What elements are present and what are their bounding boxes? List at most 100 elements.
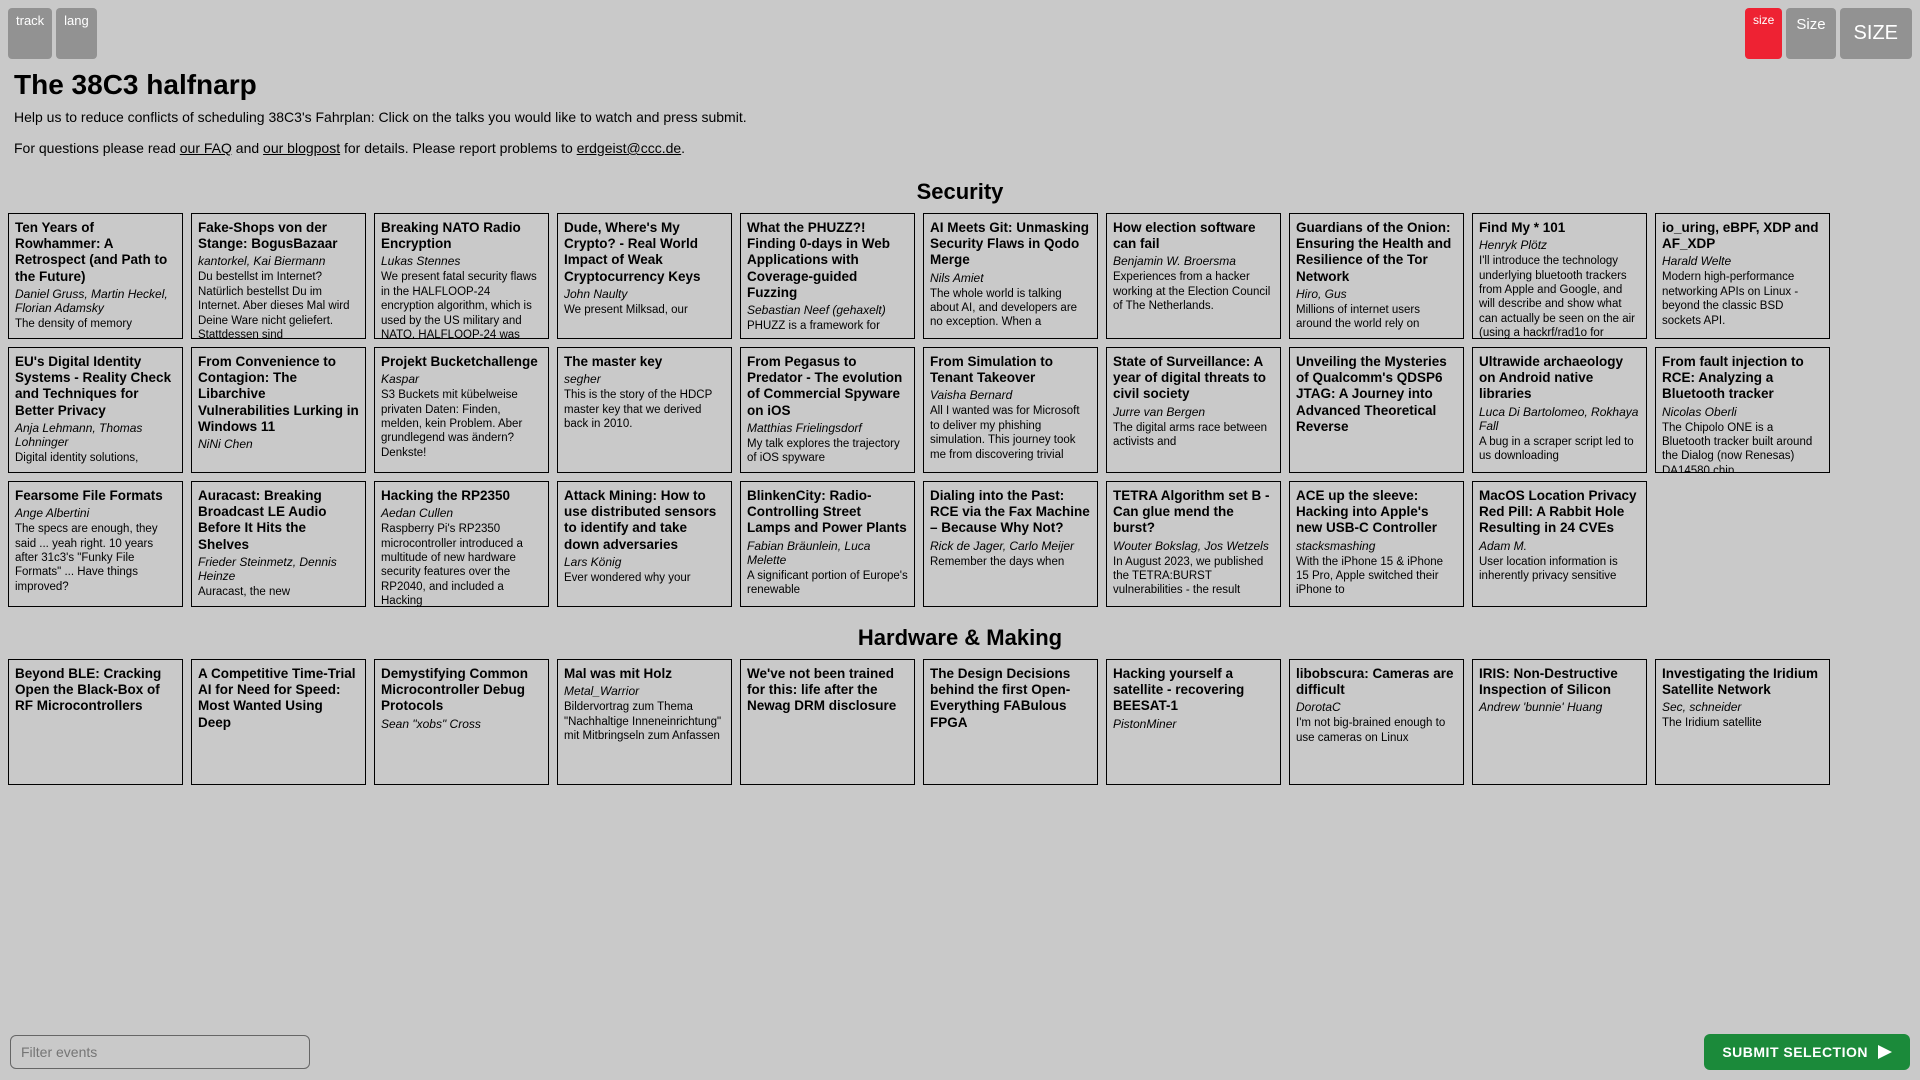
talk-card[interactable]: Ten Years of Rowhammer: A Retrospect (an… bbox=[8, 213, 183, 339]
talk-speaker: DorotaC bbox=[1296, 700, 1457, 714]
talk-card[interactable]: From fault injection to RCE: Analyzing a… bbox=[1655, 347, 1830, 473]
talk-card[interactable]: Unveiling the Mysteries of Qualcomm's QD… bbox=[1289, 347, 1464, 473]
talk-card[interactable]: AI Meets Git: Unmasking Security Flaws i… bbox=[923, 213, 1098, 339]
size-small-button[interactable]: size bbox=[1745, 8, 1782, 59]
talk-title: BlinkenCity: Radio-Controlling Street La… bbox=[747, 488, 908, 537]
talk-speaker: Metal_Warrior bbox=[564, 684, 725, 698]
talk-title: The Design Decisions behind the first Op… bbox=[930, 666, 1091, 731]
talk-speaker: segher bbox=[564, 372, 725, 386]
talk-card[interactable]: libobscura: Cameras are difficultDorotaC… bbox=[1289, 659, 1464, 785]
talk-title: Dude, Where's My Crypto? - Real World Im… bbox=[564, 220, 725, 285]
talk-title: Find My * 101 bbox=[1479, 220, 1640, 236]
talk-desc: Du bestellst im Internet? Natürlich best… bbox=[198, 270, 359, 339]
talk-speaker: Luca Di Bartolomeo, Rokhaya Fall bbox=[1479, 405, 1640, 433]
talk-desc: My talk explores the trajectory of iOS s… bbox=[747, 437, 908, 466]
filter-input[interactable] bbox=[10, 1035, 310, 1069]
talk-card[interactable]: Demystifying Common Microcontroller Debu… bbox=[374, 659, 549, 785]
intro-text: Help us to reduce conflicts of schedulin… bbox=[14, 107, 1906, 159]
talk-title: From fault injection to RCE: Analyzing a… bbox=[1662, 354, 1823, 403]
talk-card[interactable]: Dude, Where's My Crypto? - Real World Im… bbox=[557, 213, 732, 339]
lang-button[interactable]: lang bbox=[56, 8, 97, 59]
talk-card[interactable]: Fake-Shops von der Stange: BogusBazaarka… bbox=[191, 213, 366, 339]
talk-desc: The Chipolo ONE is a Bluetooth tracker b… bbox=[1662, 421, 1823, 473]
talk-speaker: Frieder Steinmetz, Dennis Heinze bbox=[198, 555, 359, 583]
talk-card[interactable]: Hacking the RP2350Aedan CullenRaspberry … bbox=[374, 481, 549, 607]
talk-speaker: Sec, schneider bbox=[1662, 700, 1823, 714]
talk-card[interactable]: Ultrawide archaeology on Android native … bbox=[1472, 347, 1647, 473]
talk-card[interactable]: Fearsome File FormatsAnge AlbertiniThe s… bbox=[8, 481, 183, 607]
talk-title: We've not been trained for this: life af… bbox=[747, 666, 908, 715]
talk-card[interactable]: Auracast: Breaking Broadcast LE Audio Be… bbox=[191, 481, 366, 607]
talk-speaker: Henryk Plötz bbox=[1479, 238, 1640, 252]
talk-desc: The digital arms race between activists … bbox=[1113, 421, 1274, 450]
talk-title: Ten Years of Rowhammer: A Retrospect (an… bbox=[15, 220, 176, 285]
page-title: The 38C3 halfnarp bbox=[14, 69, 1906, 101]
track-button[interactable]: track bbox=[8, 8, 52, 59]
talk-card[interactable]: MacOS Location Privacy Red Pill: A Rabbi… bbox=[1472, 481, 1647, 607]
talk-card[interactable]: Guardians of the Onion: Ensuring the Hea… bbox=[1289, 213, 1464, 339]
talk-card[interactable]: Attack Mining: How to use distributed se… bbox=[557, 481, 732, 607]
section-title: Security bbox=[0, 179, 1920, 205]
talk-card[interactable]: TETRA Algorithm set B - Can glue mend th… bbox=[1106, 481, 1281, 607]
talk-card[interactable]: From Pegasus to Predator - The evolution… bbox=[740, 347, 915, 473]
play-icon bbox=[1878, 1045, 1892, 1059]
talk-title: Guardians of the Onion: Ensuring the Hea… bbox=[1296, 220, 1457, 285]
talk-speaker: Sebastian Neef (gehaxelt) bbox=[747, 303, 908, 317]
talk-speaker: PistonMiner bbox=[1113, 717, 1274, 731]
contact-email-link[interactable]: erdgeist@ccc.de bbox=[577, 140, 681, 156]
talk-card[interactable]: IRIS: Non-Destructive Inspection of Sili… bbox=[1472, 659, 1647, 785]
talk-desc: We present Milksad, our bbox=[564, 303, 725, 317]
talk-desc: The specs are enough, they said ... yeah… bbox=[15, 522, 176, 594]
talk-speaker: stacksmashing bbox=[1296, 539, 1457, 553]
talk-card[interactable]: BlinkenCity: Radio-Controlling Street La… bbox=[740, 481, 915, 607]
talk-card[interactable]: Investigating the Iridium Satellite Netw… bbox=[1655, 659, 1830, 785]
talk-card[interactable]: Breaking NATO Radio EncryptionLukas Sten… bbox=[374, 213, 549, 339]
talk-card[interactable]: Mal was mit HolzMetal_WarriorBildervortr… bbox=[557, 659, 732, 785]
talk-card[interactable]: What the PHUZZ?! Finding 0-days in Web A… bbox=[740, 213, 915, 339]
talk-card[interactable]: ACE up the sleeve: Hacking into Apple's … bbox=[1289, 481, 1464, 607]
talk-card[interactable]: The master keysegherThis is the story of… bbox=[557, 347, 732, 473]
talk-title: How election software can fail bbox=[1113, 220, 1274, 252]
talk-speaker: Lukas Stennes bbox=[381, 254, 542, 268]
talk-desc: The density of memory bbox=[15, 317, 176, 331]
talk-card[interactable]: From Convenience to Contagion: The Libar… bbox=[191, 347, 366, 473]
talk-title: Mal was mit Holz bbox=[564, 666, 725, 682]
talk-title: From Simulation to Tenant Takeover bbox=[930, 354, 1091, 386]
talk-desc: User location information is inherently … bbox=[1479, 555, 1640, 584]
talk-card[interactable]: Find My * 101Henryk PlötzI'll introduce … bbox=[1472, 213, 1647, 339]
talk-title: ACE up the sleeve: Hacking into Apple's … bbox=[1296, 488, 1457, 537]
talk-speaker: Adam M. bbox=[1479, 539, 1640, 553]
size-large-button[interactable]: SIZE bbox=[1840, 8, 1912, 59]
talk-desc: All I wanted was for Microsoft to delive… bbox=[930, 404, 1091, 462]
talk-card[interactable]: Hacking yourself a satellite - recoverin… bbox=[1106, 659, 1281, 785]
talk-card[interactable]: EU's Digital Identity Systems - Reality … bbox=[8, 347, 183, 473]
talk-speaker: Rick de Jager, Carlo Meijer bbox=[930, 539, 1091, 553]
talk-card[interactable]: From Simulation to Tenant TakeoverVaisha… bbox=[923, 347, 1098, 473]
talk-card[interactable]: Projekt BucketchallengeKasparS3 Buckets … bbox=[374, 347, 549, 473]
talk-card[interactable]: State of Surveillance: A year of digital… bbox=[1106, 347, 1281, 473]
talk-card[interactable]: How election software can failBenjamin W… bbox=[1106, 213, 1281, 339]
talk-card[interactable]: Dialing into the Past: RCE via the Fax M… bbox=[923, 481, 1098, 607]
talk-title: The master key bbox=[564, 354, 725, 370]
talk-desc: Ever wondered why your bbox=[564, 571, 725, 585]
talk-speaker: Aedan Cullen bbox=[381, 506, 542, 520]
talk-card[interactable]: We've not been trained for this: life af… bbox=[740, 659, 915, 785]
talk-title: A Competitive Time-Trial AI for Need for… bbox=[198, 666, 359, 731]
talk-title: Demystifying Common Microcontroller Debu… bbox=[381, 666, 542, 715]
size-group: size Size SIZE bbox=[1745, 8, 1912, 59]
blogpost-link[interactable]: our blogpost bbox=[263, 140, 340, 156]
talk-speaker: Ange Albertini bbox=[15, 506, 176, 520]
submit-selection-button[interactable]: SUBMIT SELECTION bbox=[1704, 1034, 1910, 1070]
talk-card[interactable]: io_uring, eBPF, XDP and AF_XDPHarald Wel… bbox=[1655, 213, 1830, 339]
talk-speaker: Harald Welte bbox=[1662, 254, 1823, 268]
talk-title: From Pegasus to Predator - The evolution… bbox=[747, 354, 908, 419]
faq-link[interactable]: our FAQ bbox=[180, 140, 232, 156]
talk-title: Unveiling the Mysteries of Qualcomm's QD… bbox=[1296, 354, 1457, 435]
talk-title: Beyond BLE: Cracking Open the Black-Box … bbox=[15, 666, 176, 715]
talk-card[interactable]: Beyond BLE: Cracking Open the Black-Box … bbox=[8, 659, 183, 785]
talk-title: Dialing into the Past: RCE via the Fax M… bbox=[930, 488, 1091, 537]
talk-card[interactable]: The Design Decisions behind the first Op… bbox=[923, 659, 1098, 785]
size-medium-button[interactable]: Size bbox=[1786, 8, 1835, 59]
talk-card[interactable]: A Competitive Time-Trial AI for Need for… bbox=[191, 659, 366, 785]
talk-title: AI Meets Git: Unmasking Security Flaws i… bbox=[930, 220, 1091, 269]
